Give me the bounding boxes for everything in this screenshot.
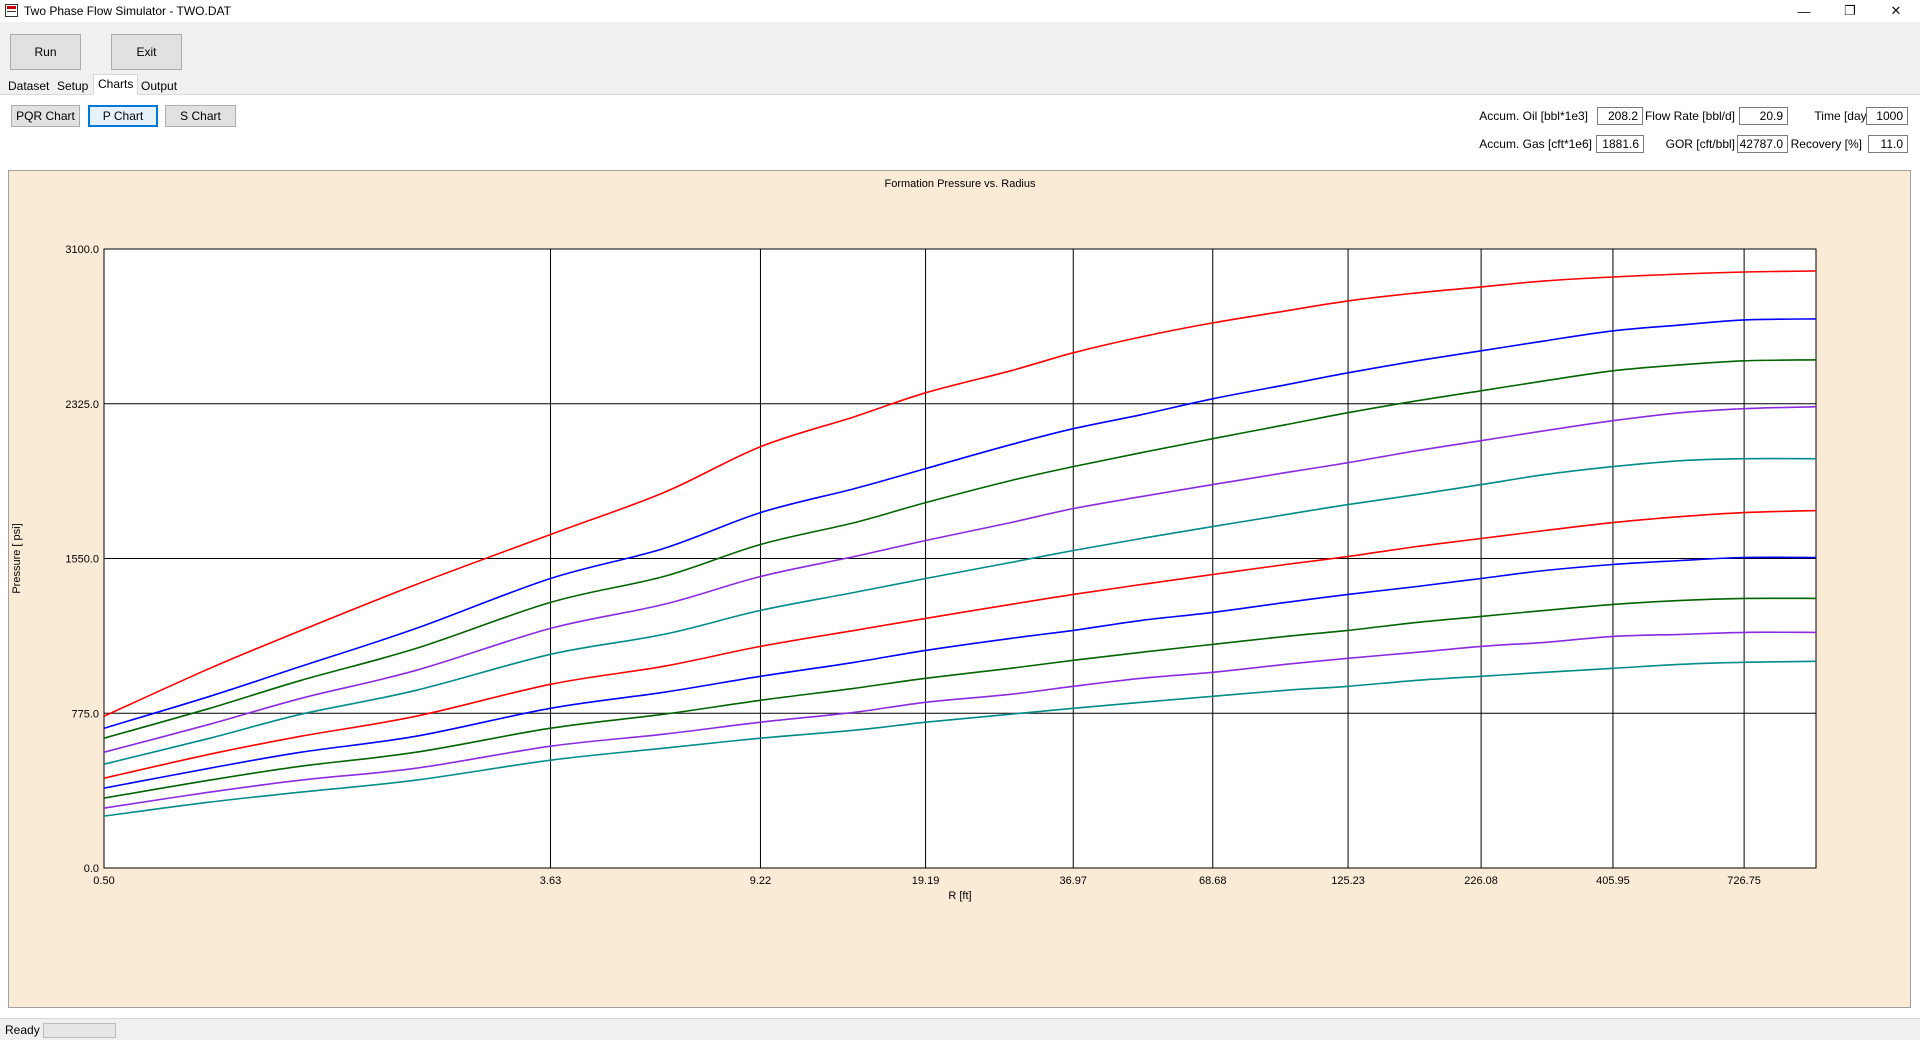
flow-rate-label: Flow Rate [bbl/d] — [1644, 109, 1735, 123]
x-tick-label: 226.08 — [1464, 875, 1498, 887]
recovery-label: Recovery [%] — [1790, 137, 1862, 151]
y-tick-label: 3100.0 — [65, 244, 99, 256]
window-title: Two Phase Flow Simulator - TWO.DAT — [24, 4, 231, 18]
y-axis-label: Pressure [ psi] — [11, 523, 23, 593]
time-value: 1000 — [1866, 107, 1908, 125]
tab-charts[interactable]: Charts — [93, 74, 139, 95]
p-chart-button[interactable]: P Chart — [88, 105, 158, 127]
s-chart-button[interactable]: S Chart — [165, 105, 236, 127]
y-tick-label: 1550.0 — [65, 554, 99, 566]
chart-canvas: 0.50 3.63 9.22 19.19 36.97 68.68 125.23 226.08 4… — [11, 178, 1817, 902]
accum-gas-label: Accum. Gas [cft*1e6] — [1479, 137, 1592, 151]
y-tick-label: 0.0 — [84, 863, 99, 875]
charts-panel: PQR Chart P Chart S Chart Accum. Oil [bb… — [0, 95, 1920, 1018]
gor-label: GOR [cft/bbl] — [1665, 137, 1735, 151]
x-tick-label: 9.22 — [750, 875, 771, 887]
status-bar: Ready — [0, 1018, 1920, 1040]
x-tick-label: 36.97 — [1059, 875, 1087, 887]
run-button[interactable]: Run — [10, 34, 81, 70]
tab-setup[interactable]: Setup — [52, 77, 93, 95]
accum-oil-value: 208.2 — [1597, 107, 1643, 125]
tab-dataset[interactable]: Dataset — [3, 77, 54, 95]
x-axis-label: R [ft] — [948, 890, 971, 902]
toolbar: Run Exit — [0, 22, 1920, 74]
pressure-chart: 0.50 3.63 9.22 19.19 36.97 68.68 125.23 226.08 4… — [8, 170, 1911, 1008]
time-label: Time [days] — [1814, 109, 1876, 123]
chart-title: Formation Pressure vs. Radius — [885, 178, 1036, 190]
x-tick-label: 405.95 — [1596, 875, 1630, 887]
x-tick-label: 68.68 — [1199, 875, 1227, 887]
pqr-chart-button[interactable]: PQR Chart — [11, 105, 80, 127]
minimize-button[interactable]: — — [1781, 0, 1827, 22]
x-tick-label: 125.23 — [1331, 875, 1365, 887]
status-text: Ready — [5, 1023, 40, 1037]
restore-button[interactable]: ❐ — [1827, 0, 1873, 22]
close-button[interactable]: ✕ — [1873, 0, 1919, 22]
status-progress-bar — [43, 1023, 116, 1038]
app-icon — [5, 4, 18, 17]
x-tick-label: 726.75 — [1727, 875, 1761, 887]
title-bar: Two Phase Flow Simulator - TWO.DAT — ❐ ✕ — [0, 0, 1920, 22]
y-tick-label: 2325.0 — [65, 399, 99, 411]
y-tick-label: 775.0 — [71, 708, 99, 720]
exit-button[interactable]: Exit — [111, 34, 182, 70]
x-tick-label: 3.63 — [540, 875, 561, 887]
tab-output[interactable]: Output — [136, 77, 182, 95]
x-tick-label: 0.50 — [93, 875, 114, 887]
recovery-value: 11.0 — [1868, 135, 1908, 153]
flow-rate-value: 20.9 — [1739, 107, 1788, 125]
accum-oil-label: Accum. Oil [bbl*1e3] — [1479, 109, 1588, 123]
tab-strip: Dataset Setup Charts Output — [0, 74, 1920, 95]
x-tick-label: 19.19 — [912, 875, 940, 887]
gor-value: 42787.0 — [1737, 135, 1788, 153]
accum-gas-value: 1881.6 — [1596, 135, 1644, 153]
